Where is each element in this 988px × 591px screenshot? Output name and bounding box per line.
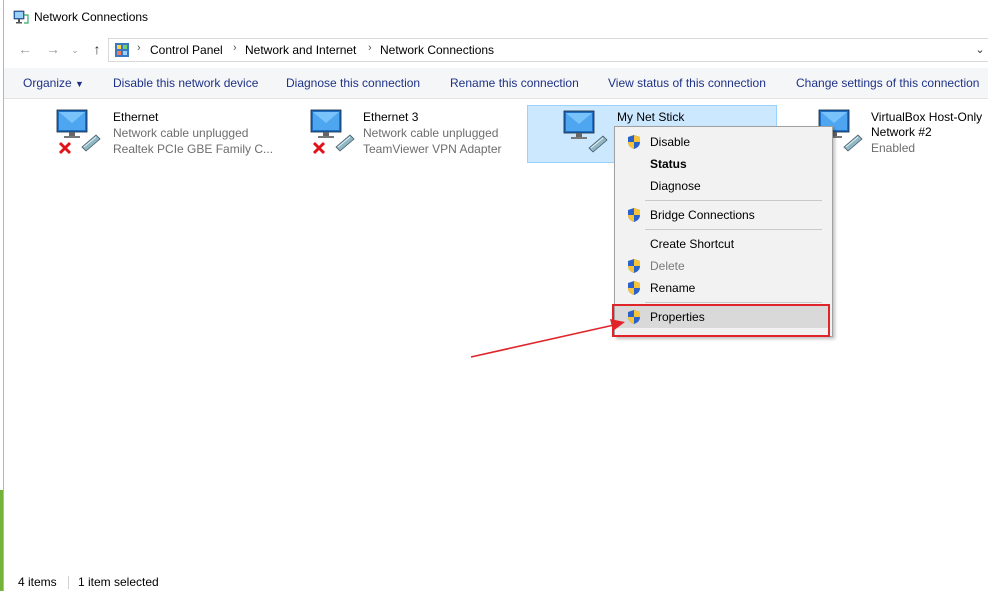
change-settings-button[interactable]: Change settings of this connection bbox=[796, 76, 979, 90]
address-row: ← → ⌄ ↑ › Control Panel › Network and In… bbox=[4, 36, 988, 64]
connection-device: TeamViewer VPN Adapter bbox=[363, 142, 502, 156]
recent-locations-chevron-icon[interactable]: ⌄ bbox=[66, 45, 84, 56]
back-arrow-icon[interactable]: ← bbox=[16, 41, 34, 57]
control-panel-icon bbox=[115, 43, 129, 57]
connection-name-line2: Network #2 bbox=[871, 125, 932, 139]
connection-name: My Net Stick bbox=[617, 110, 685, 124]
breadcrumb-control-panel[interactable]: Control Panel bbox=[150, 43, 223, 57]
menu-item-label: Rename bbox=[650, 281, 696, 295]
up-arrow-icon[interactable]: ↑ bbox=[88, 41, 106, 57]
rename-button[interactable]: Rename this connection bbox=[450, 76, 579, 90]
menu-item-create-shortcut[interactable]: Create Shortcut bbox=[615, 233, 830, 255]
network-adapter-icon bbox=[563, 110, 608, 153]
uac-shield-icon bbox=[628, 208, 640, 222]
menu-item-label: Disable bbox=[650, 135, 691, 149]
menu-separator bbox=[645, 200, 822, 201]
title-bar: Network Connections bbox=[4, 0, 988, 34]
status-divider bbox=[68, 576, 69, 589]
connection-status: Network cable unplugged bbox=[363, 126, 499, 140]
diagnose-button[interactable]: Diagnose this connection bbox=[286, 76, 420, 90]
status-bar: 4 items 1 item selected bbox=[4, 574, 988, 591]
item-count: 4 items bbox=[18, 575, 57, 589]
view-status-button[interactable]: View status of this connection bbox=[608, 76, 766, 90]
address-dropdown-icon[interactable]: ⌄ bbox=[971, 39, 988, 61]
uac-shield-icon bbox=[628, 281, 640, 295]
connection-ethernet[interactable]: Ethernet Network cable unplugged Realtek… bbox=[54, 105, 284, 161]
selection-count: 1 item selected bbox=[78, 575, 159, 589]
connection-ethernet-3[interactable]: Ethernet 3 Network cable unplugged TeamV… bbox=[308, 105, 528, 161]
breadcrumb-network-and-internet[interactable]: Network and Internet bbox=[245, 43, 356, 57]
menu-item-bridge-connections[interactable]: Bridge Connections bbox=[615, 204, 830, 226]
address-bar[interactable]: › Control Panel › Network and Internet ›… bbox=[108, 38, 988, 62]
command-toolbar: Organize ▼ Disable this network device D… bbox=[4, 68, 988, 99]
menu-item-label: Status bbox=[650, 157, 687, 171]
dropdown-arrow-icon: ▼ bbox=[75, 79, 84, 89]
breadcrumb-separator-icon: › bbox=[233, 42, 237, 54]
organize-menu[interactable]: Organize ▼ bbox=[23, 76, 84, 90]
uac-shield-icon bbox=[628, 259, 640, 273]
disable-device-button[interactable]: Disable this network device bbox=[113, 76, 258, 90]
menu-separator bbox=[645, 302, 822, 303]
menu-item-label: Create Shortcut bbox=[650, 237, 735, 251]
menu-item-label: Delete bbox=[650, 259, 685, 273]
disconnected-x-icon bbox=[312, 141, 326, 155]
window-title: Network Connections bbox=[34, 10, 149, 24]
menu-item-rename[interactable]: Rename bbox=[615, 277, 830, 299]
menu-separator bbox=[645, 229, 822, 230]
connection-name: Ethernet bbox=[113, 110, 159, 124]
breadcrumb-separator-icon: › bbox=[368, 42, 372, 54]
connection-status: Network cable unplugged bbox=[113, 126, 249, 140]
menu-item-label: Diagnose bbox=[650, 179, 701, 193]
disconnected-x-icon bbox=[58, 141, 72, 155]
connection-status: Enabled bbox=[871, 141, 916, 155]
menu-item-diagnose[interactable]: Diagnose bbox=[615, 175, 830, 197]
menu-item-disable[interactable]: Disable bbox=[615, 131, 830, 153]
network-connections-icon bbox=[13, 10, 29, 24]
organize-label: Organize bbox=[23, 76, 72, 90]
breadcrumb-network-connections[interactable]: Network Connections bbox=[380, 43, 494, 57]
forward-arrow-icon[interactable]: → bbox=[44, 41, 62, 57]
menu-item-status[interactable]: Status bbox=[615, 153, 830, 175]
annotation-highlight-box bbox=[612, 304, 830, 337]
breadcrumb-separator-icon: › bbox=[137, 42, 141, 54]
menu-item-label: Bridge Connections bbox=[650, 208, 755, 222]
connection-device: Realtek PCIe GBE Family C... bbox=[113, 142, 274, 156]
connection-name: Ethernet 3 bbox=[363, 110, 419, 124]
explorer-window: Network Connections ← → ⌄ ↑ › Control Pa… bbox=[3, 0, 988, 591]
connection-virtualbox[interactable]: VirtualBox Host-Only Network #2 Enabled bbox=[816, 105, 988, 161]
menu-item-delete[interactable]: Delete bbox=[615, 255, 830, 277]
connection-name: VirtualBox Host-Only bbox=[871, 110, 983, 124]
uac-shield-icon bbox=[628, 135, 640, 149]
